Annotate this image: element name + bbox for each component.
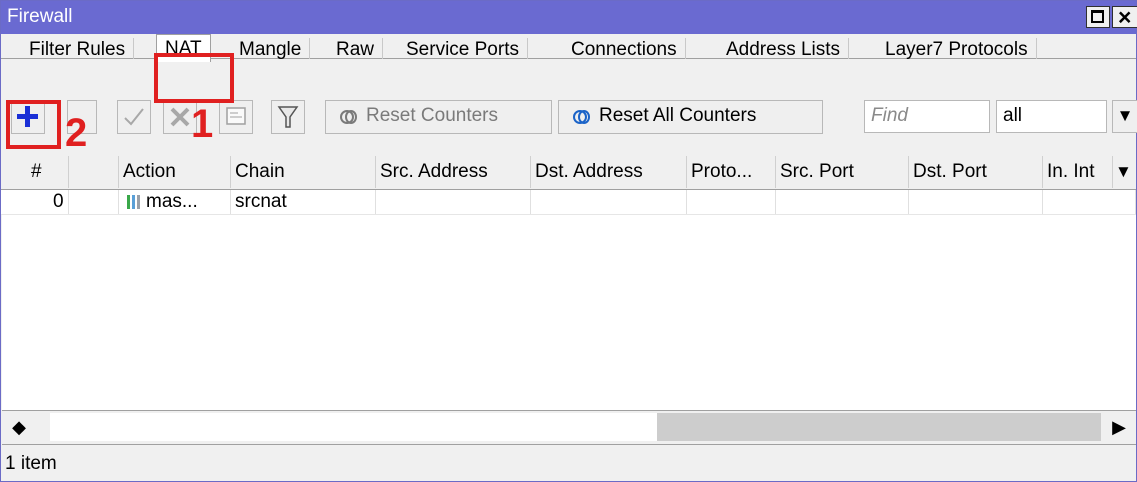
col-in-interface[interactable]: In. Int <box>1043 156 1113 188</box>
find-input[interactable]: Find <box>864 100 990 133</box>
reset-counters-label: Reset Counters <box>366 105 499 126</box>
enable-button[interactable] <box>117 100 151 134</box>
ring-icon <box>573 110 590 124</box>
row-flag <box>69 190 119 214</box>
row-action: mas... <box>119 190 231 214</box>
annotation-two: 2 <box>65 111 88 155</box>
comment-button[interactable] <box>219 100 253 134</box>
col-dst-port[interactable]: Dst. Port <box>909 156 1043 188</box>
table-row[interactable]: 0 mas... srcnat <box>1 190 1136 215</box>
close-icon: × <box>1118 4 1132 30</box>
title-bar[interactable]: Firewall × <box>1 1 1137 34</box>
reset-all-counters-label: Reset All Counters <box>599 105 757 126</box>
masquerade-icon <box>127 195 140 209</box>
row-in-interface <box>1043 190 1136 214</box>
annotation-one: 1 <box>191 102 214 146</box>
col-action[interactable]: Action <box>119 156 231 188</box>
close-button[interactable]: × <box>1112 4 1137 30</box>
scroll-thumb[interactable] <box>50 413 657 441</box>
col-dst-address[interactable]: Dst. Address <box>531 156 687 188</box>
tab-mangle[interactable]: Mangle <box>231 38 311 59</box>
tab-address-lists[interactable]: Address Lists <box>718 38 850 59</box>
scroll-right-icon[interactable]: ▶ <box>1104 417 1134 437</box>
check-icon <box>124 108 144 126</box>
row-dst-address <box>531 190 687 214</box>
ring-icon <box>340 110 357 124</box>
tab-connections[interactable]: Connections <box>563 38 686 59</box>
note-icon <box>226 107 246 125</box>
col-chain[interactable]: Chain <box>231 156 376 188</box>
row-src-port <box>776 190 909 214</box>
row-src-address <box>376 190 531 214</box>
window-title: Firewall <box>7 6 73 27</box>
add-button-highlight <box>6 100 61 149</box>
tab-layer7-protocols[interactable]: Layer7 Protocols <box>877 38 1037 59</box>
scroll-track[interactable] <box>657 413 1101 441</box>
columns-menu-icon[interactable]: ▼ <box>1115 162 1132 182</box>
maximize-button[interactable] <box>1086 6 1110 28</box>
col-src-address[interactable]: Src. Address <box>376 156 531 188</box>
tab-service-ports[interactable]: Service Ports <box>398 38 528 59</box>
firewall-window: Firewall × Filter Rules NAT Mangle Raw S… <box>0 0 1137 482</box>
col-protocol[interactable]: Proto... <box>687 156 776 188</box>
reset-counters-button[interactable]: Reset Counters <box>325 100 552 134</box>
filter-select[interactable]: all <box>996 100 1107 133</box>
funnel-icon <box>277 106 299 128</box>
row-number: 0 <box>1 190 69 214</box>
tab-raw[interactable]: Raw <box>328 38 384 59</box>
nat-tab-highlight <box>154 53 234 103</box>
row-protocol <box>687 190 776 214</box>
row-chain: srcnat <box>231 190 376 214</box>
dropdown-arrow-icon[interactable]: ▼ <box>1112 100 1137 133</box>
row-dst-port <box>909 190 1043 214</box>
reset-all-counters-button[interactable]: Reset All Counters <box>558 100 823 134</box>
row-action-text: mas... <box>146 191 198 212</box>
tab-filter-rules[interactable]: Filter Rules <box>21 38 135 59</box>
filter-button[interactable] <box>271 100 305 134</box>
scroll-left-icon[interactable]: ◆ <box>4 417 34 437</box>
col-flag[interactable] <box>69 156 119 188</box>
table-header: # Action Chain Src. Address Dst. Address… <box>1 156 1136 190</box>
col-number[interactable]: # <box>1 156 69 188</box>
col-src-port[interactable]: Src. Port <box>776 156 909 188</box>
status-count: 1 item <box>5 453 57 474</box>
horizontal-scrollbar[interactable]: ◆ ▶ <box>2 410 1136 445</box>
